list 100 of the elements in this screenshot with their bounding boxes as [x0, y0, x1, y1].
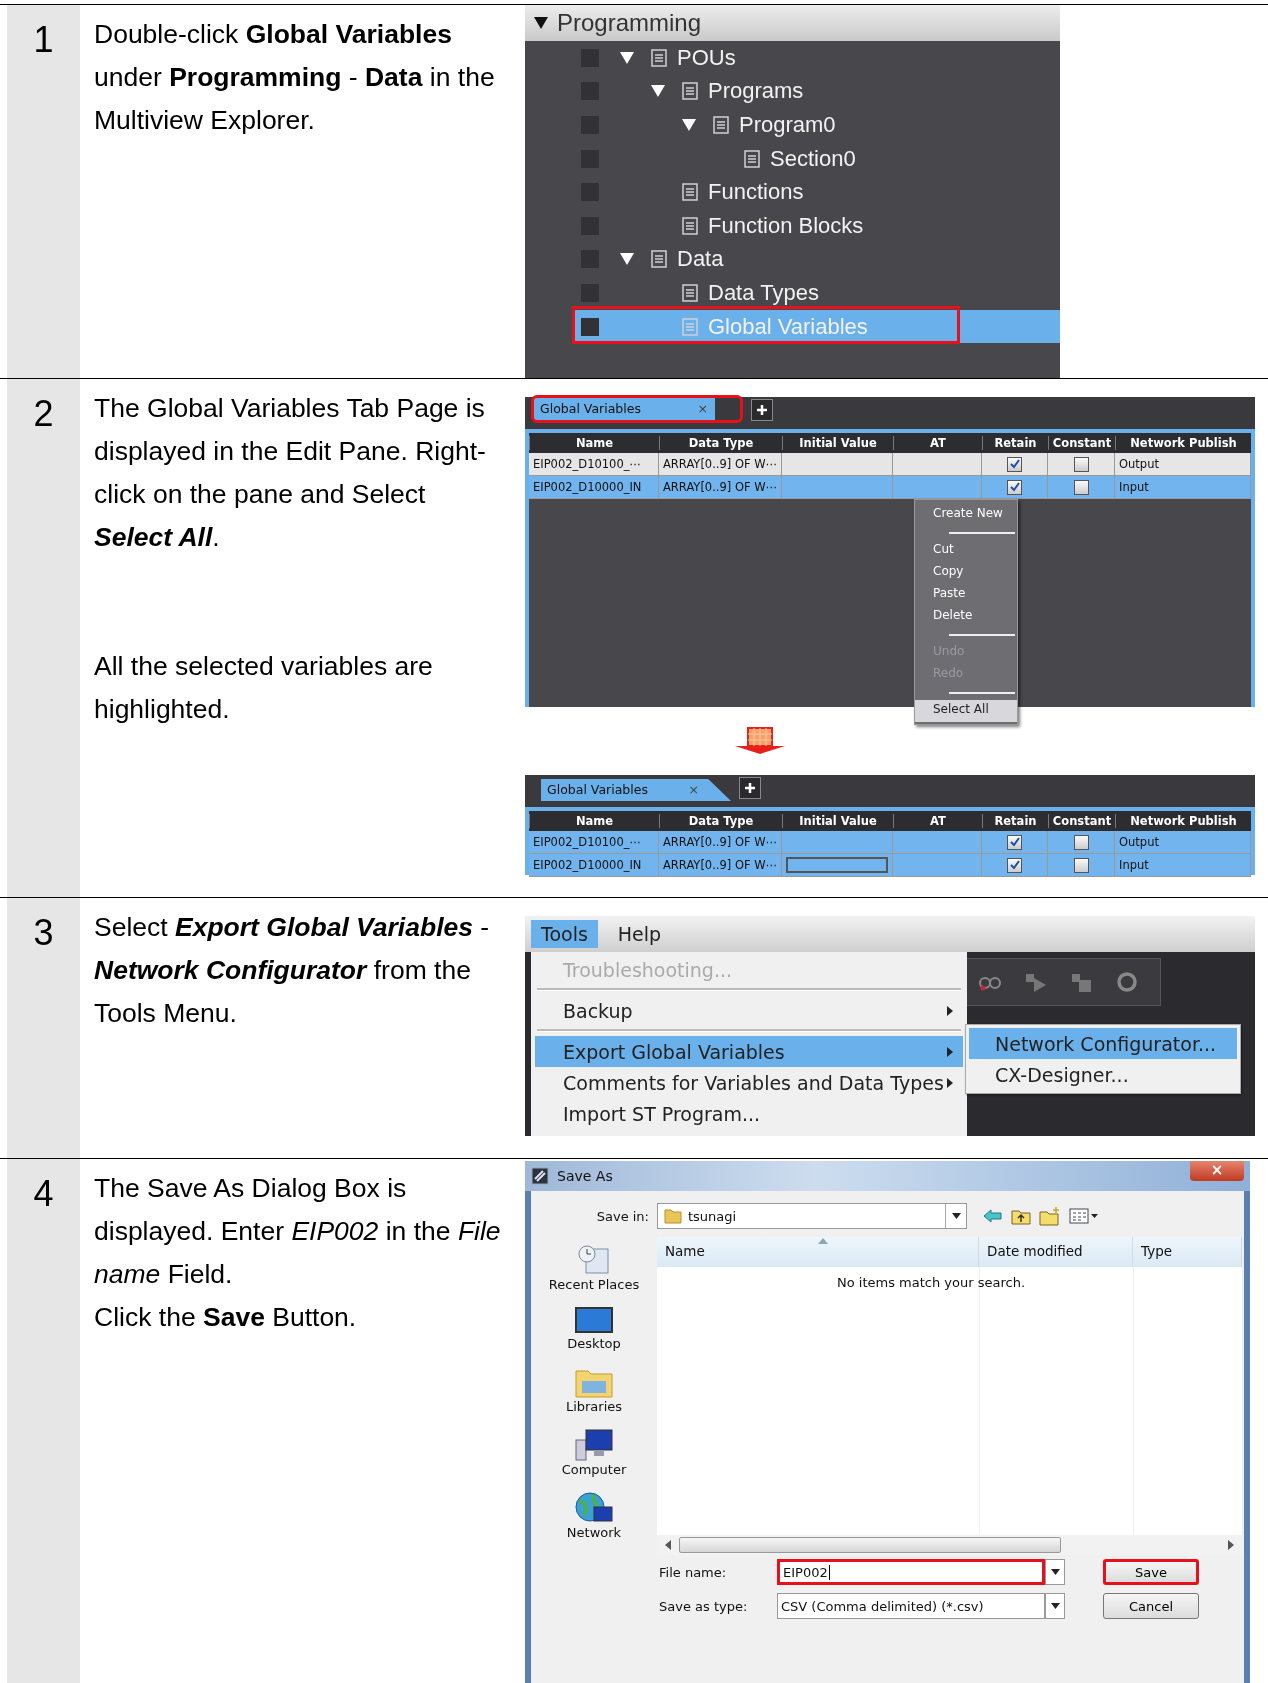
sidebar-item[interactable]: Network — [566, 1491, 622, 1540]
expand-arrow-icon[interactable] — [533, 15, 549, 31]
column-header[interactable]: AT — [893, 436, 982, 450]
globe-icon — [574, 1491, 614, 1525]
sidebar-item[interactable]: Recent Places — [548, 1243, 640, 1292]
tree-item[interactable]: Data Types — [525, 276, 1060, 310]
column-header[interactable]: Constant — [1048, 436, 1115, 450]
checked-checkbox[interactable] — [1007, 834, 1022, 850]
dropdown-arrow-icon[interactable] — [951, 1213, 961, 1219]
menu-item[interactable]: Import ST Program... — [535, 1098, 963, 1129]
sidebar-item[interactable]: Libraries — [565, 1365, 623, 1414]
tree-item[interactable]: Function Blocks — [525, 208, 1060, 243]
play-step-icon[interactable] — [1024, 972, 1048, 992]
checkbox[interactable] — [1073, 834, 1089, 850]
column-header[interactable]: Data Type — [659, 814, 782, 828]
table-cell: ARRAY[0..9] OF W⋯ — [659, 453, 782, 475]
add-tab-button[interactable] — [751, 399, 773, 421]
table-cell: ARRAY[0..9] OF W⋯ — [659, 476, 782, 498]
dropdown-arrow-icon[interactable] — [1050, 1569, 1060, 1575]
app-icon — [531, 1167, 549, 1185]
check-icon — [1008, 481, 1021, 493]
tree-item[interactable]: Functions — [525, 175, 1060, 209]
checked-checkbox[interactable] — [1007, 456, 1022, 472]
submenu-arrow-icon — [947, 1005, 953, 1016]
table-cell: Output — [1115, 831, 1251, 853]
cancel-button[interactable]: Cancel — [1103, 1593, 1199, 1619]
add-tab-button[interactable] — [739, 777, 761, 799]
menu-item[interactable]: Cut — [915, 540, 1017, 562]
menu-item[interactable]: Delete — [915, 606, 1017, 628]
column-header[interactable]: Initial Value — [782, 436, 893, 450]
tab[interactable]: Global Variables × — [541, 779, 731, 801]
scroll-right-icon[interactable] — [1228, 1540, 1234, 1550]
tree-item[interactable]: Section0 — [525, 141, 1060, 176]
step-number: 3 — [7, 898, 80, 1158]
instruction-text: Click the Save Button. — [94, 1301, 358, 1334]
folder-icon — [664, 1207, 682, 1225]
menu-item[interactable]: Select All — [915, 700, 1017, 722]
column-header[interactable]: Retain — [982, 436, 1048, 450]
instruction-text: All the selected variables are highlighted. — [94, 650, 434, 726]
instruction-text: Select Export Global Variables - Network Configurator from the Tools Menu. — [94, 911, 491, 1030]
column-header[interactable]: Constant — [1048, 814, 1115, 828]
column-header[interactable]: Network Publish — [1115, 814, 1251, 828]
column-header[interactable]: AT — [893, 814, 982, 828]
menu-item[interactable]: Network Configurator... — [969, 1028, 1237, 1059]
monitor-icon — [574, 1306, 614, 1336]
column-header[interactable]: Network Publish — [1115, 436, 1251, 450]
tree-item[interactable]: POUs — [525, 41, 1060, 75]
table-row[interactable]: EIP002_D10100_⋯ ARRAY[0..9] OF W⋯ Output — [529, 831, 1251, 854]
back-arrow-icon[interactable] — [983, 1208, 1003, 1224]
menu-bar-item[interactable]: Tools — [531, 920, 598, 948]
column-header[interactable]: Name — [529, 436, 659, 450]
table-row[interactable]: EIP002_D10000_IN ARRAY[0..9] OF W⋯ Input — [529, 854, 1251, 877]
checkbox[interactable] — [1073, 456, 1089, 472]
checkbox[interactable] — [1073, 857, 1089, 873]
menu-item[interactable]: CX-Designer... — [969, 1059, 1237, 1090]
menu-item[interactable]: Comments for Variables and Data Types — [535, 1067, 963, 1098]
document-icon — [680, 282, 700, 303]
checkbox[interactable] — [1073, 479, 1089, 495]
menu-item[interactable]: Copy — [915, 562, 1017, 584]
tree-item[interactable]: Programs — [525, 74, 1060, 109]
menu-bar-item[interactable]: Help — [607, 920, 672, 948]
file-type-dropdown[interactable]: CSV (Comma delimited) (*.csv) — [777, 1593, 1045, 1619]
tab[interactable]: Global Variables × — [531, 395, 743, 423]
sidebar-item[interactable]: Desktop — [567, 1306, 621, 1351]
expand-arrow-icon[interactable] — [619, 49, 635, 66]
table-cell: ARRAY[0..9] OF W⋯ — [659, 854, 782, 876]
column-header[interactable]: Data Type — [659, 436, 782, 450]
sidebar-item[interactable]: Computer — [561, 1428, 627, 1477]
column-header[interactable]: Name — [529, 814, 659, 828]
checked-checkbox[interactable] — [1007, 479, 1022, 495]
column-header[interactable]: Name — [657, 1237, 979, 1267]
expand-arrow-icon[interactable] — [681, 117, 697, 133]
column-header[interactable]: Initial Value — [782, 814, 893, 828]
up-folder-icon[interactable] — [1011, 1207, 1031, 1225]
checked-checkbox[interactable] — [1007, 857, 1022, 873]
close-button[interactable]: × — [1190, 1161, 1244, 1181]
table-row[interactable]: EIP002_D10100_⋯ ARRAY[0..9] OF W⋯ Output — [529, 453, 1251, 476]
save-button[interactable]: Save — [1103, 1559, 1199, 1585]
scroll-left-icon[interactable] — [665, 1540, 671, 1550]
field-label: Save in: — [595, 1208, 650, 1224]
field-label: Save as type: — [659, 1598, 749, 1614]
menu-item[interactable]: Create New — [915, 504, 1017, 526]
tree-item[interactable]: Program0 — [525, 108, 1060, 142]
horizontal-scrollbar[interactable] — [657, 1535, 1242, 1555]
file-name-field[interactable]: EIP002 — [777, 1559, 1045, 1585]
column-header[interactable]: Type — [1133, 1237, 1242, 1267]
menu-item[interactable]: Export Global Variables — [535, 1036, 963, 1067]
menu-item[interactable]: Backup — [535, 995, 963, 1026]
column-header[interactable]: Retain — [982, 814, 1048, 828]
input-field[interactable] — [786, 857, 888, 873]
folder-dropdown[interactable]: tsunagi — [657, 1203, 967, 1229]
menu-item[interactable]: Paste — [915, 584, 1017, 606]
stop-step-icon[interactable] — [1070, 972, 1094, 992]
column-header[interactable]: Date modified — [979, 1237, 1133, 1267]
table-row[interactable]: EIP002_D10000_IN ARRAY[0..9] OF W⋯ Input — [529, 476, 1251, 499]
tree-item[interactable]: Data — [525, 242, 1060, 277]
refresh-icon[interactable] — [1116, 971, 1138, 993]
dropdown-arrow-icon[interactable] — [1050, 1603, 1060, 1609]
view-menu-icon[interactable] — [1069, 1207, 1099, 1225]
instruction-text: Double-click Global Variables under Programming - Data in the Multiview Explorer. — [94, 18, 496, 137]
